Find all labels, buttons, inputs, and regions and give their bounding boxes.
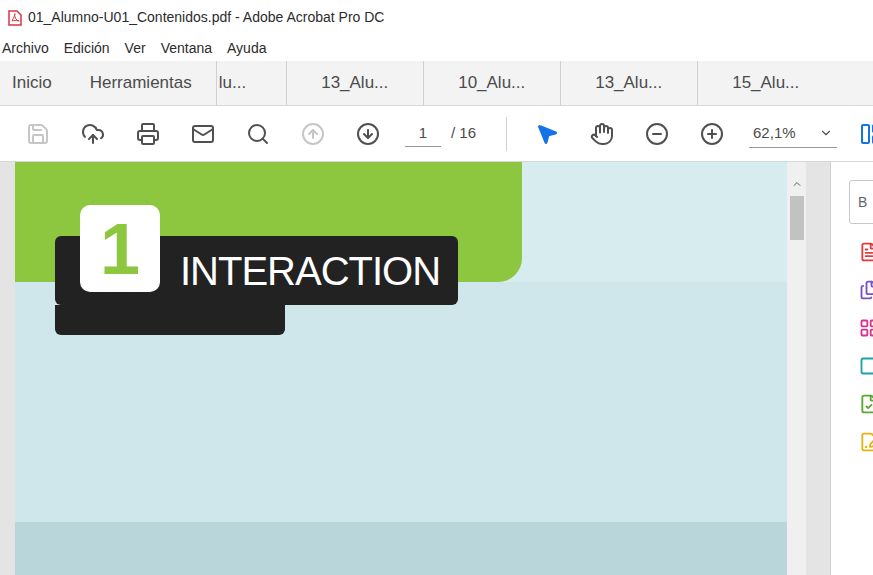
hand-icon xyxy=(590,122,614,146)
right-panel: B xyxy=(830,162,873,575)
toolbar-button[interactable] xyxy=(340,114,395,154)
save-icon xyxy=(26,122,50,146)
nav-tab[interactable]: Herramientas xyxy=(90,61,216,105)
tab-bar: InicioHerramientaslu...13_Alu...10_Alu..… xyxy=(0,61,873,106)
nav-tab[interactable]: Inicio xyxy=(0,61,90,105)
menu-item[interactable]: Ver xyxy=(125,38,146,59)
scroll-up-icon[interactable] xyxy=(791,178,803,190)
tool-shortcut-icon[interactable] xyxy=(859,242,873,262)
toolbar-button[interactable] xyxy=(175,114,230,154)
page-input[interactable]: 1 xyxy=(405,121,441,147)
zoom-in-icon xyxy=(700,122,724,146)
tool-button[interactable] xyxy=(519,114,574,154)
tool-button[interactable] xyxy=(574,114,629,154)
tool-shortcut-icon[interactable] xyxy=(859,280,873,300)
document-tab[interactable]: lu... xyxy=(216,61,286,105)
tool-shortcut-icon[interactable] xyxy=(859,394,873,414)
title-bar: 01_Alumno-U01_Contenidos.pdf - Adobe Acr… xyxy=(0,0,873,35)
document-tab[interactable]: 15_Alu... xyxy=(697,61,834,105)
page-viewport: INTERACTION 1 xyxy=(0,162,787,575)
search-icon xyxy=(246,122,270,146)
page-total: / 16 xyxy=(451,122,476,145)
dropdown-icon xyxy=(819,126,833,140)
print-icon xyxy=(136,122,160,146)
pdf-page: INTERACTION 1 xyxy=(15,162,787,575)
document-tab[interactable]: 10_Alu... xyxy=(423,61,560,105)
toolbar-button[interactable] xyxy=(120,114,175,154)
panel-icon[interactable] xyxy=(859,122,873,146)
mail-icon xyxy=(191,122,215,146)
tool-shortcut-icon[interactable] xyxy=(859,356,873,376)
menu-bar: Archivo Edición Ver Ventana Ayuda xyxy=(0,35,873,61)
content-area: INTERACTION 1 B xyxy=(0,162,873,575)
menu-item[interactable]: Ventana xyxy=(161,38,212,59)
select-icon xyxy=(535,122,559,146)
upload-icon xyxy=(81,122,105,146)
zoom-value: 62,1% xyxy=(753,122,796,145)
menu-item[interactable]: Archivo xyxy=(2,38,49,59)
zoom-select[interactable]: 62,1% xyxy=(749,120,837,148)
page-navigator: 1 / 16 xyxy=(405,121,476,147)
toolbar-button[interactable] xyxy=(65,114,120,154)
chapter-title: INTERACTION xyxy=(180,251,440,291)
illustration-floor xyxy=(15,522,787,575)
document-tab[interactable]: 13_Alu... xyxy=(286,61,423,105)
chapter-number-box: 1 xyxy=(80,205,160,292)
tool-shortcut-icon[interactable] xyxy=(859,318,873,338)
menu-item[interactable]: Edición xyxy=(64,38,110,59)
scroll-thumb[interactable] xyxy=(790,196,804,240)
toolbar-button[interactable] xyxy=(230,114,285,154)
tool-button[interactable] xyxy=(684,114,739,154)
document-tab[interactable]: 13_Alu... xyxy=(560,61,697,105)
zoom-out-icon xyxy=(645,122,669,146)
window-title: 01_Alumno-U01_Contenidos.pdf - Adobe Acr… xyxy=(28,7,384,28)
toolbar: 1 / 16 62,1% xyxy=(0,106,873,162)
menu-item[interactable]: Ayuda xyxy=(227,38,266,59)
page-up-icon xyxy=(301,122,325,146)
tool-shortcut-icon[interactable] xyxy=(859,432,873,452)
toolbar-divider xyxy=(506,117,507,151)
toolbar-button[interactable] xyxy=(10,114,65,154)
vertical-scrollbar[interactable] xyxy=(787,162,806,575)
toolbar-button[interactable] xyxy=(285,114,340,154)
acrobat-window: 01_Alumno-U01_Contenidos.pdf - Adobe Acr… xyxy=(0,0,873,575)
tool-button[interactable] xyxy=(629,114,684,154)
chapter-number: 1 xyxy=(100,213,140,285)
pdf-file-icon xyxy=(8,10,22,26)
tool-search[interactable]: B xyxy=(849,180,873,224)
page-down-icon xyxy=(356,122,380,146)
